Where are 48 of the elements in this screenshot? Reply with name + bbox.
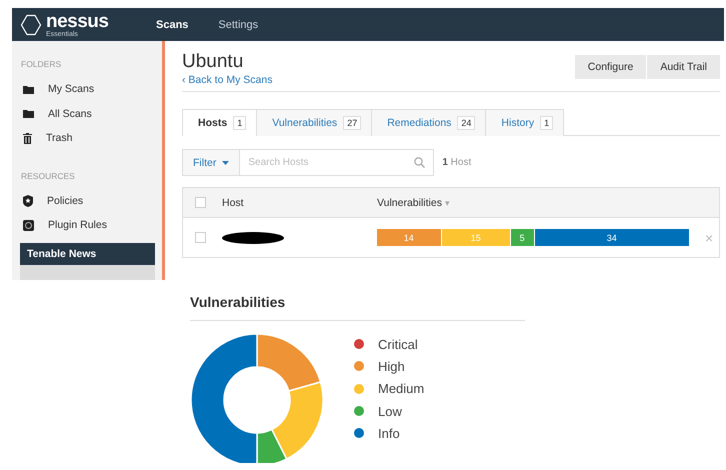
severity-segment: 5 (510, 229, 534, 246)
sidebar-item[interactable]: Trash (46, 132, 72, 144)
legend-label: Critical (378, 336, 418, 352)
count-badge: 1 (540, 116, 554, 130)
folder-icon (23, 109, 34, 118)
count-badge: 27 (343, 116, 362, 130)
filter-button[interactable]: Filter (182, 149, 240, 176)
nav-tab[interactable]: Settings (218, 18, 258, 30)
legend-label: Medium (378, 381, 424, 396)
tab[interactable]: Remediations 24 (371, 109, 486, 136)
scan-title: Ubuntu (182, 51, 244, 73)
checkbox[interactable] (195, 232, 206, 243)
column-header[interactable]: Vulnerabilities ▾ (377, 196, 450, 208)
severity-segment: 14 (377, 229, 441, 246)
sidebar-item[interactable]: My Scans (48, 83, 94, 96)
count-badge: 1 (233, 116, 246, 130)
logo-text: nessus (46, 12, 108, 30)
section-heading: FOLDERS (20, 59, 62, 69)
checkbox[interactable] (195, 197, 206, 208)
shield-icon (23, 194, 33, 207)
chart-title: Vulnerabilities (190, 294, 525, 321)
search-field[interactable]: Search Hosts (240, 149, 434, 176)
nav-tab[interactable]: Scans (156, 18, 188, 30)
sidebar-item[interactable]: All Scans (48, 108, 92, 120)
tab[interactable]: Hosts 1 (182, 109, 258, 136)
legend-label: High (378, 358, 405, 374)
legend-label: Low (378, 404, 402, 419)
toolbar-button[interactable]: Audit Trail (647, 55, 720, 79)
news-header: Tenable News (20, 242, 155, 264)
sidebar-item[interactable]: Policies (47, 194, 84, 207)
column-header[interactable]: Host (222, 196, 244, 208)
severity-segment: 34 (534, 229, 689, 246)
hexagon-logo-icon (20, 14, 42, 36)
legend-label: Info (378, 426, 400, 441)
plugin-icon (23, 220, 34, 231)
tab[interactable]: Vulnerabilities 27 (256, 109, 372, 136)
caret-icon (222, 160, 230, 164)
tab[interactable]: History 1 (485, 109, 564, 136)
toolbar-button[interactable]: Configure (574, 55, 646, 79)
section-heading: RESOURCES (20, 170, 76, 180)
sidebar-item[interactable]: Plugin Rules (48, 219, 107, 232)
count-badge: 24 (457, 116, 476, 130)
host-count: 1 Host (442, 157, 472, 168)
severity-segment: 15 (442, 229, 510, 246)
folder-icon (23, 84, 34, 94)
search-icon (414, 157, 426, 168)
back-link[interactable]: ‹ Back to My Scans (182, 74, 272, 86)
trash-icon (23, 132, 32, 144)
